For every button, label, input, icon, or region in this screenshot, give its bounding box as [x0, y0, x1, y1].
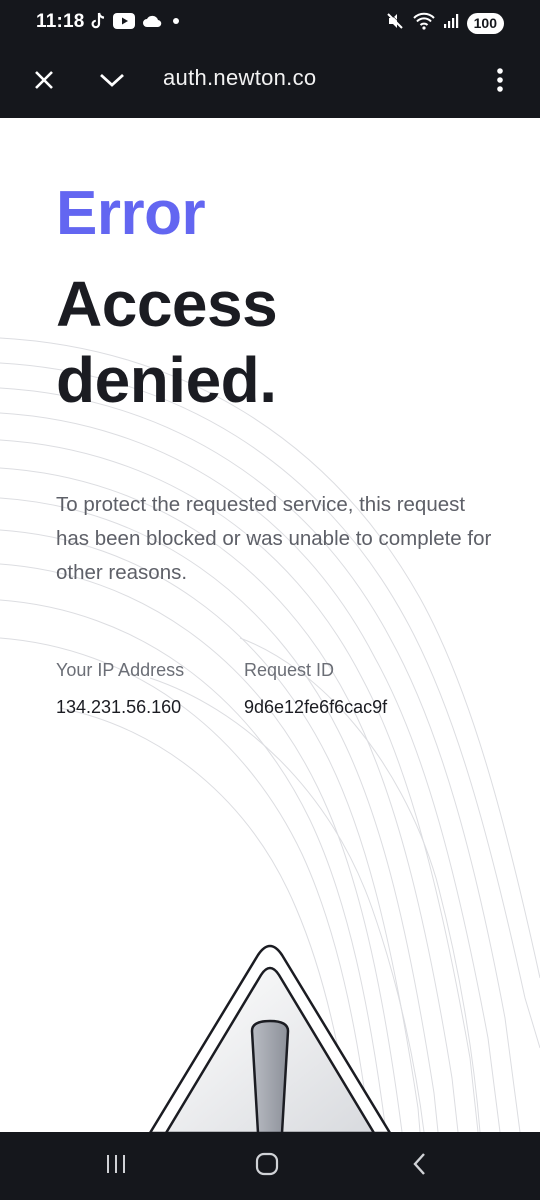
back-button[interactable]	[395, 1148, 443, 1184]
error-label: Error	[56, 179, 206, 248]
cloud-icon	[142, 14, 162, 33]
status-bar: 11:18 100	[0, 0, 540, 46]
minimize-button[interactable]	[92, 62, 132, 102]
wifi-icon	[412, 12, 435, 35]
dot-icon	[169, 14, 183, 33]
browser-toolbar: auth.newton.co	[0, 46, 540, 118]
tiktok-icon	[90, 11, 106, 36]
page-title-line-1: Access	[56, 268, 278, 340]
more-options-button[interactable]	[486, 62, 514, 102]
ip-address-label: Your IP Address	[56, 660, 185, 680]
page-content: Error Access denied. To protect the requ…	[0, 118, 540, 1132]
chevron-down-icon	[99, 72, 125, 93]
request-id-label: Request ID	[244, 660, 335, 680]
youtube-icon	[113, 12, 135, 34]
error-description: To protect the requested service, this r…	[56, 493, 492, 584]
warning-triangle-icon	[149, 944, 391, 1132]
close-tab-button[interactable]	[24, 62, 64, 102]
back-icon	[410, 1151, 428, 1182]
recents-button[interactable]	[92, 1148, 140, 1184]
status-notification-icons	[90, 12, 183, 34]
recents-icon	[104, 1153, 128, 1180]
home-icon	[254, 1151, 280, 1182]
home-button[interactable]	[243, 1148, 291, 1184]
page-title: Access denied.	[56, 266, 376, 418]
status-time: 11:18	[36, 11, 85, 32]
signal-icon	[443, 13, 459, 34]
status-system-icons: 100	[385, 11, 504, 36]
close-icon	[33, 69, 55, 96]
ip-address-value: 134.231.56.160	[56, 697, 182, 717]
mute-icon	[385, 11, 405, 36]
url-text[interactable]: auth.newton.co	[163, 65, 316, 91]
request-id-block: Request ID 9d6e12fe6f6cac9f	[244, 660, 387, 718]
battery-badge: 100	[466, 12, 504, 34]
page-title-line-2: denied.	[56, 344, 277, 416]
system-nav-bar	[0, 1132, 540, 1200]
more-vert-icon	[496, 67, 504, 98]
ip-address-block: Your IP Address 134.231.56.160	[56, 660, 184, 718]
request-id-value: 9d6e12fe6f6cac9f	[244, 697, 388, 717]
